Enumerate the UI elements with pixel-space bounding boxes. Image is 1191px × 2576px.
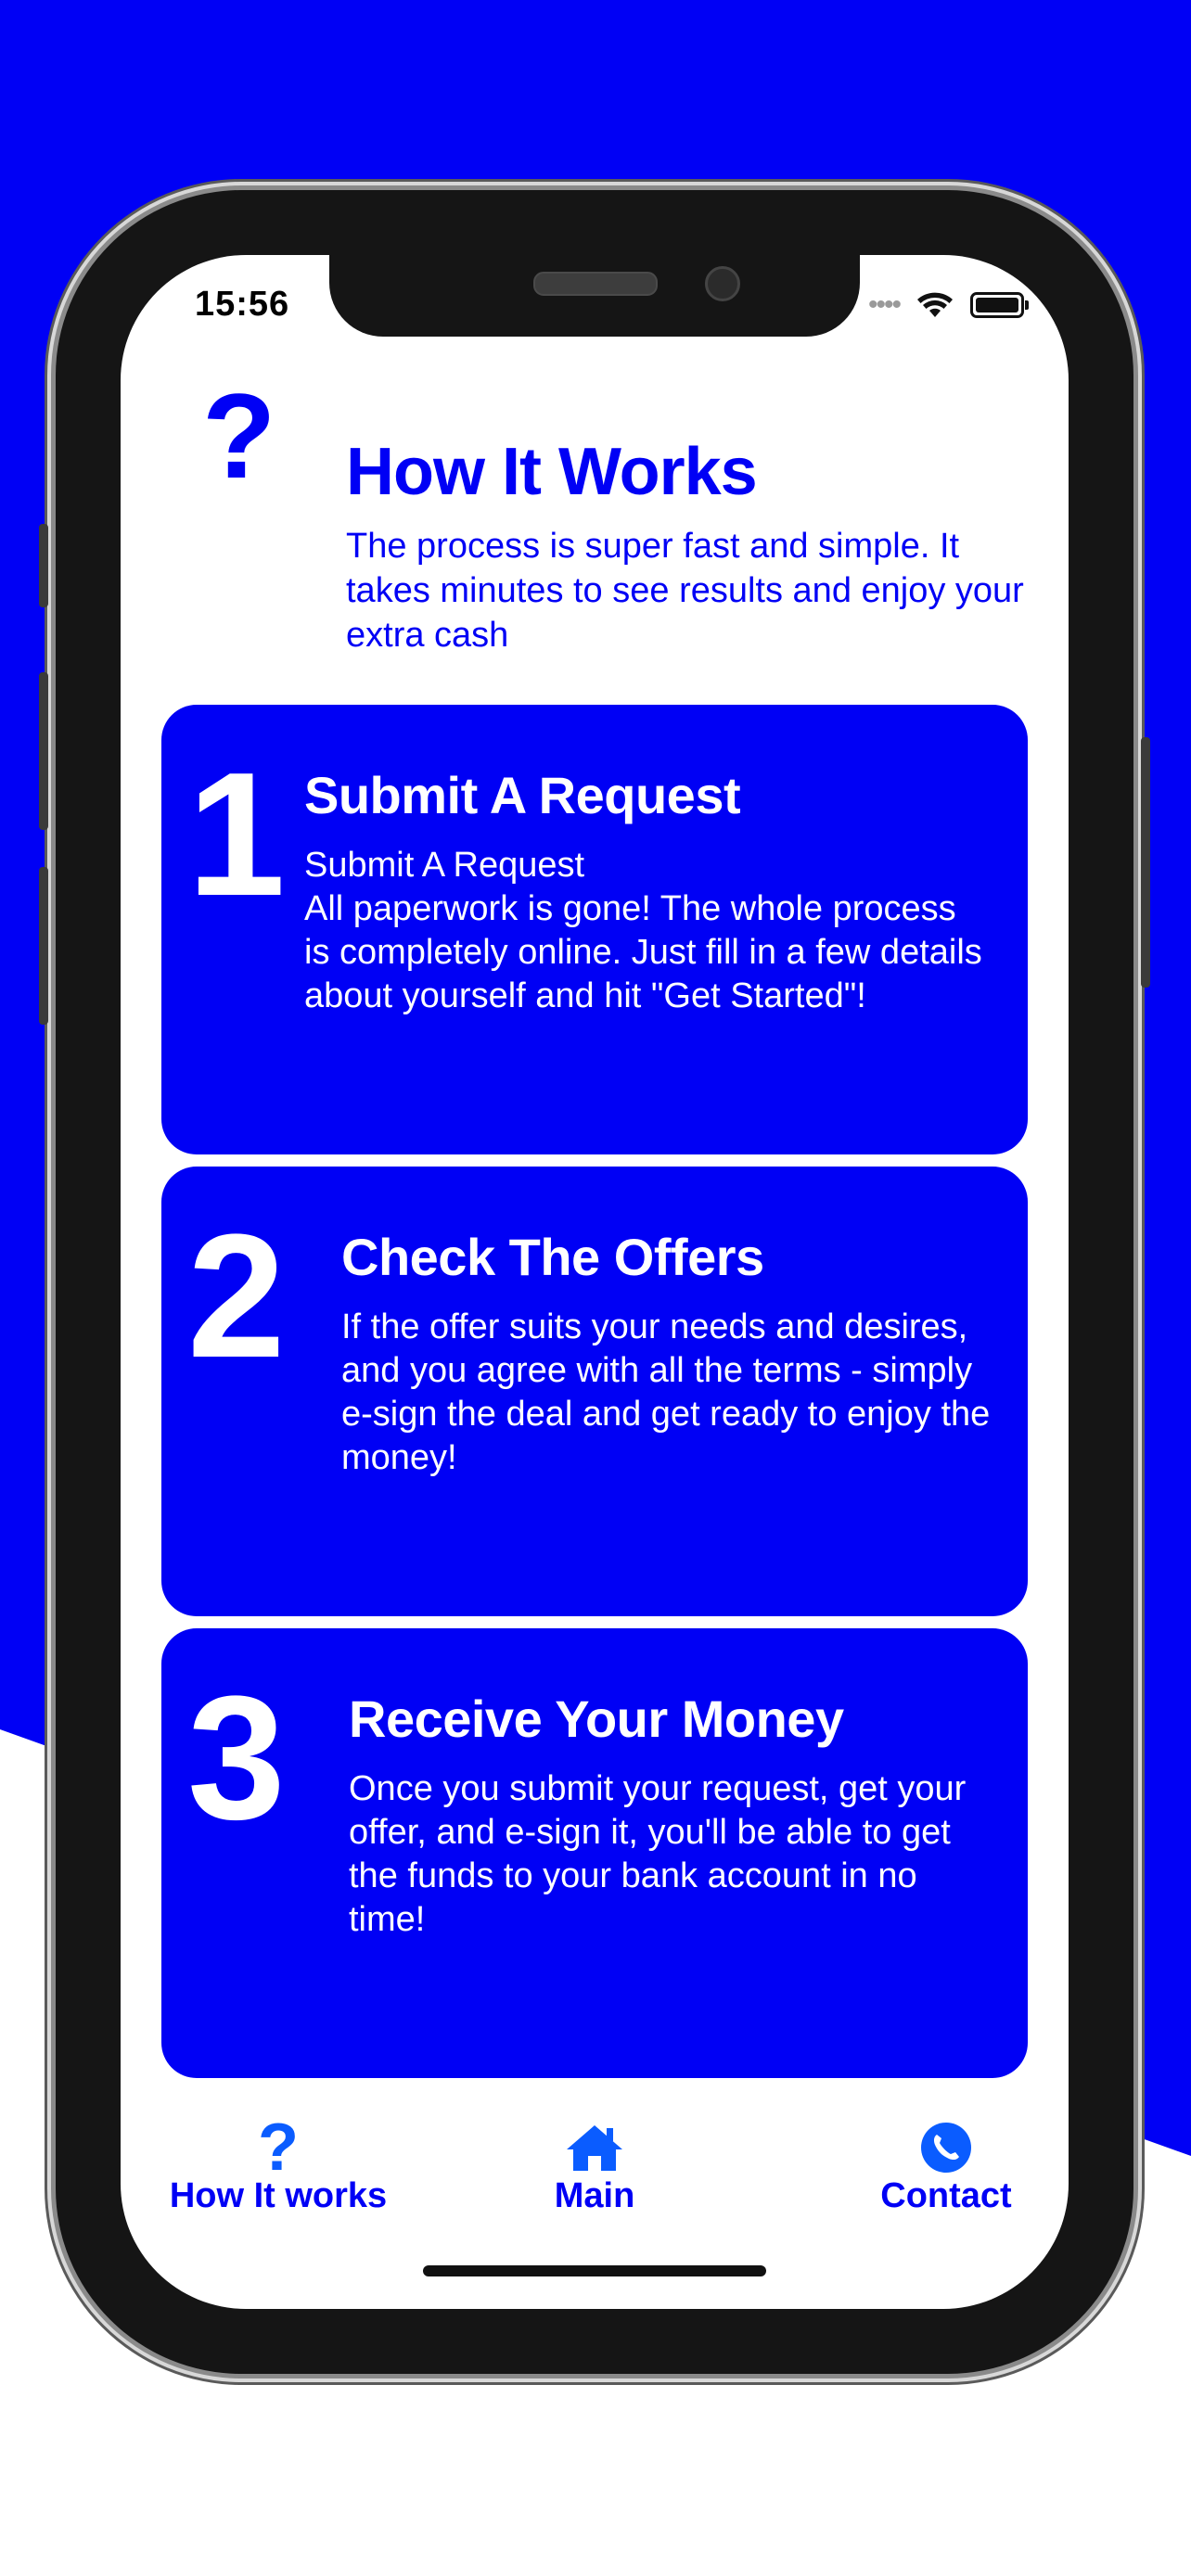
tab-bar: ? How It works Main Contact — [121, 2110, 1069, 2230]
step-title: Check The Offers — [341, 1228, 764, 1286]
page-subtitle: The process is super fast and simple. It… — [346, 527, 1024, 655]
question-mark-icon: ? — [202, 368, 276, 504]
step-card-1: 1 Submit A Request Submit A Request All … — [161, 705, 1028, 1154]
step-title: Submit A Request — [304, 766, 741, 824]
phone-icon — [920, 2119, 972, 2176]
speaker — [533, 272, 658, 296]
step-card-3: 3 Receive Your Money Once you submit you… — [161, 1628, 1028, 2078]
power-button — [1141, 737, 1150, 988]
step-body-heading: Submit A Request — [304, 846, 585, 885]
page-title: How It Works — [346, 435, 758, 509]
step-body: Once you submit your request, get your o… — [349, 1769, 967, 1939]
volume-up-button — [39, 672, 48, 830]
phone-screen: 15:56 •••• ? How It Works The process is… — [121, 255, 1069, 2309]
tab-label: Main — [554, 2176, 635, 2215]
mute-switch — [39, 524, 48, 607]
step-title: Receive Your Money — [349, 1690, 844, 1748]
battery-icon — [970, 292, 1029, 318]
step-card-2: 2 Check The Offers If the offer suits yo… — [161, 1167, 1028, 1616]
step-number: 3 — [187, 1660, 286, 1856]
status-time: 15:56 — [195, 285, 290, 324]
wifi-icon — [917, 292, 953, 317]
step-body: Submit A Request All paperwork is gone! … — [304, 844, 991, 1018]
phone-frame: 15:56 •••• ? How It Works The process is… — [39, 190, 1150, 2374]
step-body: If the offer suits your needs and desire… — [341, 1307, 991, 1477]
tab-label: How It works — [169, 2176, 388, 2215]
tab-contact[interactable]: Contact — [853, 2119, 1039, 2216]
front-camera — [705, 266, 740, 301]
step-number: 1 — [187, 736, 286, 933]
question-icon: ? — [258, 2111, 299, 2185]
volume-down-button — [39, 867, 48, 1025]
tab-how-it-works[interactable]: ? How It works — [158, 2111, 399, 2216]
home-indicator — [423, 2265, 766, 2276]
tab-main[interactable]: Main — [502, 2119, 687, 2216]
signal-dots: •••• — [867, 289, 902, 320]
step-body-text: All paperwork is gone! The whole process… — [304, 889, 982, 1015]
notch — [329, 255, 860, 337]
home-icon — [564, 2119, 625, 2176]
status-indicators: •••• — [867, 287, 1029, 324]
tab-label: Contact — [880, 2176, 1012, 2215]
step-number: 2 — [187, 1198, 286, 1395]
